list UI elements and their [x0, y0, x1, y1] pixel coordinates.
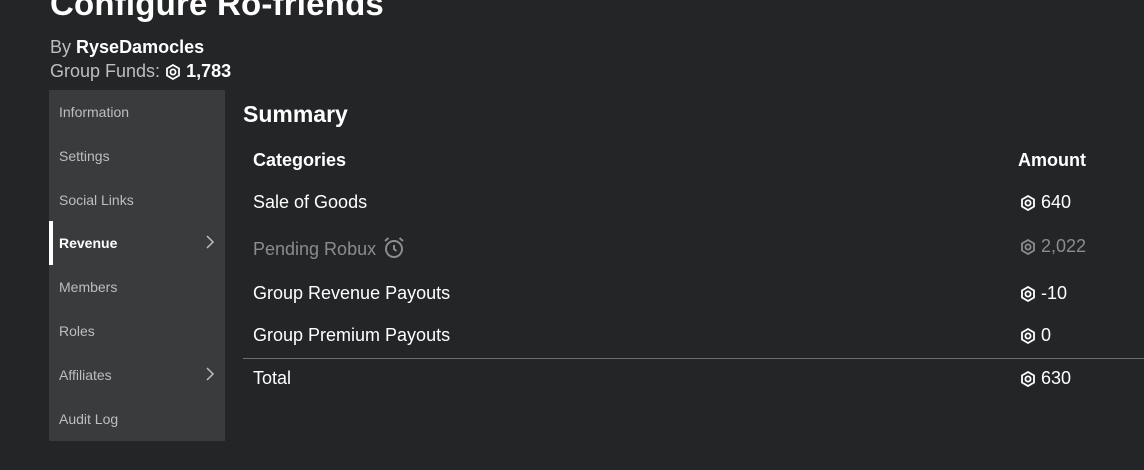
chevron-right-icon [205, 235, 215, 249]
sidebar-item-affiliates[interactable]: Affiliates [49, 353, 225, 397]
sidebar-item-revenue[interactable]: Revenue [49, 221, 225, 265]
sidebar-item-label: Roles [59, 323, 95, 339]
column-header-categories: Categories [253, 150, 347, 170]
sidebar-item-audit-log[interactable]: Audit Log [49, 397, 225, 441]
group-funds: Group Funds: 1,783 [50, 61, 231, 82]
chevron-right-icon [205, 367, 215, 381]
amount-value: 2,022 [1020, 236, 1086, 257]
table-row: Group Revenue Payouts -10 [243, 283, 1144, 323]
total-label: Total [253, 368, 292, 388]
sidebar-item-label: Settings [59, 148, 110, 164]
column-header-amount: Amount [1018, 150, 1086, 170]
sidebar: Information Settings Social Links Revenu… [49, 90, 225, 441]
robux-icon [1020, 286, 1036, 302]
owner-link[interactable]: RyseDamocles [76, 37, 204, 57]
sidebar-item-label: Affiliates [59, 367, 112, 383]
robux-icon [1020, 239, 1036, 255]
sidebar-item-members[interactable]: Members [49, 265, 225, 309]
alarm-clock-icon [382, 236, 406, 260]
sidebar-item-social-links[interactable]: Social Links [49, 178, 225, 222]
table-row: Sale of Goods 640 [243, 192, 1144, 232]
amount-value: 0 [1020, 325, 1051, 346]
sidebar-item-label: Members [59, 279, 118, 295]
sidebar-item-label: Social Links [59, 192, 134, 208]
group-owner: By RyseDamocles [50, 37, 204, 58]
robux-icon [1020, 328, 1036, 344]
sidebar-item-label: Revenue [59, 235, 118, 251]
table-header: Categories Amount [243, 150, 1144, 190]
by-label: By [50, 37, 72, 57]
category-label: Group Revenue Payouts [253, 283, 451, 303]
amount-value: 640 [1020, 192, 1071, 213]
page-title: Configure Ro-friends [50, 0, 384, 22]
funds-value: 1,783 [186, 61, 232, 81]
table-row: Group Premium Payouts 0 [243, 325, 1144, 365]
summary-title: Summary [243, 101, 348, 127]
funds-label: Group Funds: [50, 61, 161, 81]
sidebar-item-label: Audit Log [59, 411, 119, 427]
robux-icon [165, 64, 181, 80]
sidebar-item-label: Information [59, 104, 130, 120]
category-label: Group Premium Payouts [253, 325, 451, 345]
category-label: Pending Robux [253, 236, 406, 260]
sidebar-item-settings[interactable]: Settings [49, 134, 225, 178]
total-row: Total 630 [243, 368, 1144, 408]
category-label: Sale of Goods [253, 192, 368, 212]
robux-icon [1020, 371, 1036, 387]
amount-value: -10 [1020, 283, 1067, 304]
total-divider [243, 358, 1144, 359]
robux-icon [1020, 195, 1036, 211]
sidebar-item-roles[interactable]: Roles [49, 309, 225, 353]
sidebar-item-information[interactable]: Information [49, 90, 225, 134]
total-value: 630 [1020, 368, 1071, 389]
table-row: Pending Robux 2,022 [243, 236, 1144, 276]
